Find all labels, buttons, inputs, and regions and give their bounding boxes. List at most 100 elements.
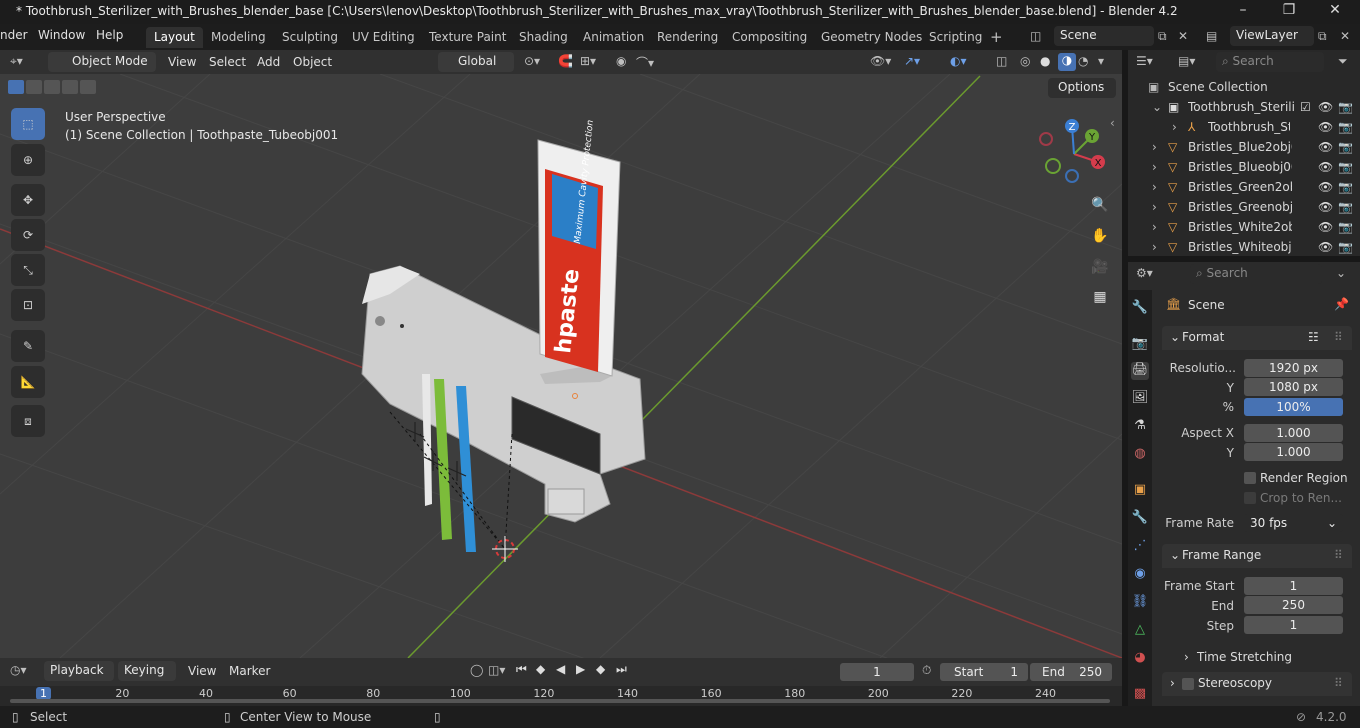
tool-tab-icon[interactable]: 🔧 bbox=[1131, 300, 1149, 318]
preview-range-icon[interactable]: ⏱ bbox=[922, 663, 931, 678]
object-tab-icon[interactable]: ▣ bbox=[1131, 482, 1149, 500]
eye-icon[interactable]: 👁 bbox=[1318, 120, 1333, 134]
zoom-button[interactable]: 🔍 bbox=[1087, 192, 1113, 218]
tab-shading[interactable]: Shading bbox=[511, 27, 576, 48]
render-region-checkbox[interactable] bbox=[1244, 472, 1256, 484]
transform-tool[interactable]: ⊡ bbox=[11, 289, 45, 321]
mode-selector[interactable]: Object Mode bbox=[48, 52, 156, 72]
frame-rate-dropdown[interactable]: 30 fps ⌄ bbox=[1244, 514, 1343, 532]
outliner-row[interactable]: › ▽ Bristles_Whiteobj0 👁 📷 bbox=[1128, 237, 1360, 257]
snap-icon[interactable]: 🧲 bbox=[558, 54, 573, 68]
move-tool[interactable]: ✥ bbox=[11, 184, 45, 216]
scene-selector[interactable]: Scene bbox=[1054, 26, 1154, 46]
pan-button[interactable]: ✋ bbox=[1087, 223, 1113, 249]
eye-icon[interactable]: 👁 bbox=[1318, 160, 1333, 174]
tab-layout[interactable]: Layout bbox=[146, 27, 203, 48]
menu-object[interactable]: Object bbox=[293, 55, 332, 69]
eye-icon[interactable]: 👁 bbox=[1318, 240, 1333, 254]
modifier-tab-icon[interactable]: 🔧 bbox=[1131, 510, 1149, 528]
properties-editor-icon[interactable]: ⚙▾ bbox=[1136, 266, 1153, 280]
scene-tab-icon[interactable]: ⚗ bbox=[1131, 418, 1149, 436]
select-new-icon[interactable] bbox=[8, 80, 24, 94]
resolution-percent-field[interactable]: 100% bbox=[1244, 398, 1343, 416]
new-viewlayer-icon[interactable]: ⧉ bbox=[1318, 29, 1327, 44]
timeline-view-menu[interactable]: View bbox=[188, 664, 216, 678]
render-camera-icon[interactable]: 📷 bbox=[1338, 120, 1353, 134]
select-invert-icon[interactable] bbox=[62, 80, 78, 94]
timeline-end-field[interactable]: End 250 bbox=[1030, 663, 1112, 681]
playback-menu[interactable]: Playback bbox=[44, 661, 114, 681]
tab-sculpting[interactable]: Sculpting bbox=[274, 27, 346, 48]
format-panel-header[interactable]: ⌄ Format ☷ ⠿ bbox=[1162, 326, 1352, 350]
outliner-row[interactable]: › ⅄ Toothbrush_St 👁 📷 bbox=[1128, 117, 1360, 137]
outliner-row[interactable]: › ▽ Bristles_Blue2obj0 👁 📷 bbox=[1128, 137, 1360, 157]
outliner-row-scene-collection[interactable]: ▣ Scene Collection bbox=[1128, 77, 1360, 97]
editor-type-icon[interactable]: ⌖▾ bbox=[10, 54, 23, 69]
measure-tool[interactable]: 📐 bbox=[11, 366, 45, 398]
outliner-row[interactable]: › ▽ Bristles_White2obj 👁 📷 bbox=[1128, 217, 1360, 237]
tab-texture-paint[interactable]: Texture Paint bbox=[421, 27, 514, 48]
tab-uv-editing[interactable]: UV Editing bbox=[344, 27, 423, 48]
outliner-row[interactable]: › ▽ Bristles_Blueobj00 👁 📷 bbox=[1128, 157, 1360, 177]
select-subtract-icon[interactable] bbox=[44, 80, 60, 94]
options-button[interactable]: Options bbox=[1048, 78, 1116, 98]
menu-window[interactable]: Window bbox=[38, 28, 85, 42]
tab-scripting[interactable]: Scripting bbox=[921, 27, 990, 48]
solid-shading-icon[interactable]: ● bbox=[1040, 54, 1050, 68]
particles-tab-icon[interactable]: ⋰ bbox=[1131, 538, 1149, 556]
frame-range-panel-header[interactable]: ⌄ Frame Range ⠿ bbox=[1162, 544, 1352, 568]
scale-tool[interactable]: ⤡ bbox=[11, 254, 45, 286]
proportional-edit-icon[interactable]: ◉ bbox=[616, 54, 626, 68]
world-tab-icon[interactable]: ◍ bbox=[1131, 446, 1149, 464]
ortho-toggle-button[interactable]: ▦ bbox=[1087, 284, 1113, 310]
current-frame-field[interactable]: 1 bbox=[840, 663, 914, 681]
view-layer-tab-icon[interactable]: 🖼 bbox=[1131, 390, 1149, 408]
display-mode-icon[interactable]: ▤▾ bbox=[1178, 54, 1195, 68]
expand-chevron-right-icon[interactable]: › bbox=[1152, 180, 1157, 194]
stereoscopy-panel-header[interactable]: › Stereoscopy ⠿ bbox=[1162, 672, 1352, 696]
outliner-row[interactable]: › ▽ Bristles_Green2obj 👁 📷 bbox=[1128, 177, 1360, 197]
3d-viewport[interactable]: hpaste Maximum Cavity Protection ⬚ ⊕ ✥ ⟳… bbox=[0, 74, 1122, 658]
tab-animation[interactable]: Animation bbox=[575, 27, 652, 48]
material-tab-icon[interactable]: ◕ bbox=[1131, 650, 1149, 668]
tab-geometry-nodes[interactable]: Geometry Nodes bbox=[813, 27, 930, 48]
eye-icon[interactable]: 👁 bbox=[1318, 220, 1333, 234]
play-icon[interactable]: ▶ bbox=[576, 662, 585, 676]
jump-end-icon[interactable]: ⏭ bbox=[616, 662, 627, 677]
tab-rendering[interactable]: Rendering bbox=[649, 27, 726, 48]
timeline-editor-icon[interactable]: ◷▾ bbox=[10, 663, 27, 677]
eye-icon[interactable]: 👁 bbox=[1318, 100, 1333, 114]
menu-add[interactable]: Add bbox=[257, 55, 280, 69]
material-shading-icon[interactable]: ◑ bbox=[1058, 53, 1076, 71]
eye-icon[interactable]: 👁 bbox=[1318, 200, 1333, 214]
filter-icon[interactable]: ⏷ bbox=[1338, 54, 1348, 69]
data-tab-icon[interactable]: △ bbox=[1131, 622, 1149, 640]
select-box-tool[interactable]: ⬚ bbox=[11, 108, 45, 140]
delete-viewlayer-icon[interactable]: ✕ bbox=[1340, 29, 1350, 43]
timeline-marker-menu[interactable]: Marker bbox=[229, 664, 270, 678]
visibility-icon[interactable]: 👁▾ bbox=[870, 54, 891, 68]
stereoscopy-checkbox[interactable] bbox=[1182, 678, 1194, 690]
xray-icon[interactable]: ◫ bbox=[996, 54, 1007, 68]
shading-options-icon[interactable]: ▾ bbox=[1098, 54, 1104, 68]
minimize-button[interactable]: – bbox=[1220, 2, 1266, 22]
eye-icon[interactable]: 👁 bbox=[1318, 140, 1333, 154]
expand-chevron-right-icon[interactable]: › bbox=[1172, 120, 1177, 134]
timeline-scrollbar[interactable] bbox=[10, 699, 1110, 703]
auto-key-icon[interactable]: ◯ bbox=[470, 663, 483, 677]
gizmo-icon[interactable]: ↗▾ bbox=[904, 54, 920, 68]
play-reverse-icon[interactable]: ◀ bbox=[556, 662, 565, 676]
texture-tab-icon[interactable]: ▩ bbox=[1131, 686, 1149, 704]
3d-cursor[interactable] bbox=[492, 536, 518, 562]
outliner-editor-icon[interactable]: ☰▾ bbox=[1136, 54, 1153, 68]
render-camera-icon[interactable]: 📷 bbox=[1338, 220, 1353, 234]
frame-end-field[interactable]: 250 bbox=[1244, 596, 1343, 614]
select-extend-icon[interactable] bbox=[26, 80, 42, 94]
close-button[interactable]: ✕ bbox=[1312, 2, 1358, 22]
outliner-row[interactable]: › ▽ Bristles_Greenobj0 👁 📷 bbox=[1128, 197, 1360, 217]
cursor-tool[interactable]: ⊕ bbox=[11, 144, 45, 176]
tab-compositing[interactable]: Compositing bbox=[724, 27, 815, 48]
viewlayer-selector[interactable]: ViewLayer bbox=[1230, 26, 1314, 46]
rotate-tool[interactable]: ⟳ bbox=[11, 219, 45, 251]
time-stretching-label[interactable]: Time Stretching bbox=[1197, 650, 1292, 664]
